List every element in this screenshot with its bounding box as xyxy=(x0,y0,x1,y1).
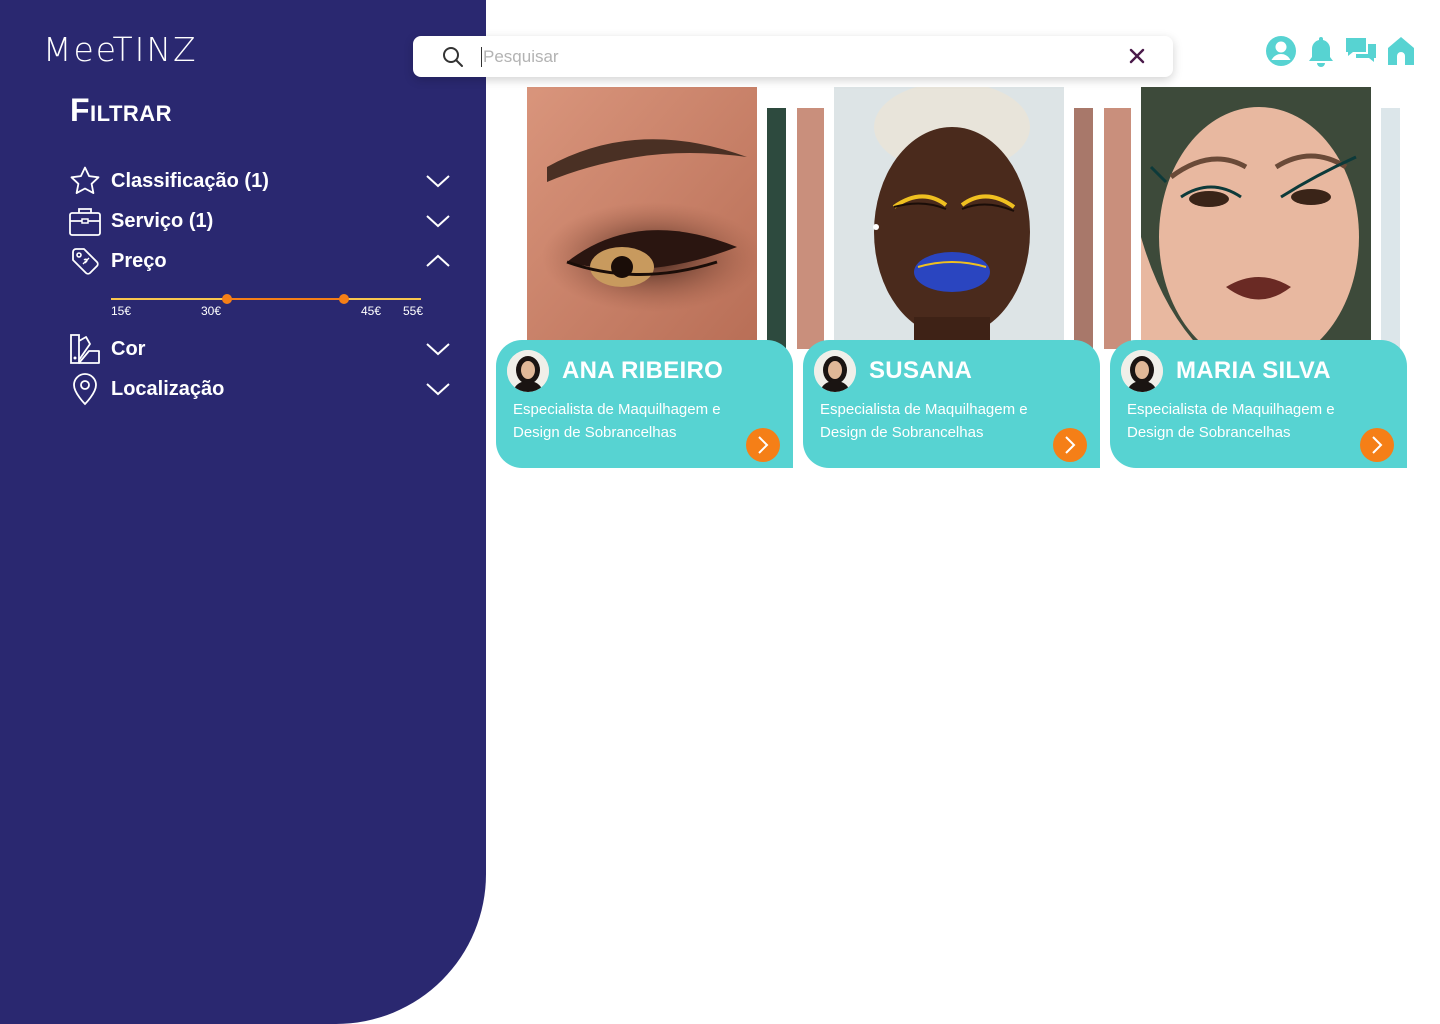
artist-name: ANA RIBEIRO xyxy=(562,357,724,384)
price-tick-low: 30€ xyxy=(201,304,222,318)
search-bar xyxy=(413,36,1173,77)
filter-label: Cor xyxy=(111,337,146,360)
close-icon[interactable] xyxy=(1127,46,1147,66)
search-icon[interactable] xyxy=(441,45,465,69)
color-swatch-icon xyxy=(68,332,102,366)
artist-description: Especialista de Maquilhagem e Design de … xyxy=(513,401,721,441)
filter-classificacao[interactable]: Classificação (1) xyxy=(68,163,452,199)
chevron-right-icon[interactable] xyxy=(1053,428,1087,462)
briefcase-icon xyxy=(68,204,102,238)
price-tick-min: 15€ xyxy=(111,304,132,318)
location-pin-icon xyxy=(68,372,102,406)
artist-name: MARIA SILVA xyxy=(1176,357,1331,384)
avatar xyxy=(507,350,549,392)
chevron-down-icon[interactable] xyxy=(424,339,452,359)
slider-handle-high[interactable] xyxy=(338,294,349,304)
carousel-peek-photo[interactable] xyxy=(1104,108,1131,349)
artist-photo-ana[interactable] xyxy=(527,87,757,349)
filter-sidebar: MeeTINZ Filtrar Classificação (1) Serviç… xyxy=(0,0,486,1024)
filter-label: Classificação (1) xyxy=(111,169,269,192)
filter-preco[interactable]: Preço xyxy=(68,243,452,279)
artist-card[interactable]: SUSANA Especialista de Maquilhagem e Des… xyxy=(803,340,1100,468)
chevron-right-icon[interactable] xyxy=(1360,428,1394,462)
filter-label: Localização xyxy=(111,377,225,400)
artist-name: SUSANA xyxy=(869,357,973,384)
price-tag-icon xyxy=(68,244,102,278)
filter-servico[interactable]: Serviço (1) xyxy=(68,203,452,239)
chevron-up-icon[interactable] xyxy=(424,251,452,271)
user-profile-icon[interactable] xyxy=(1264,34,1298,68)
star-icon xyxy=(68,164,102,198)
filter-title: Filtrar xyxy=(70,92,173,128)
chevron-right-icon[interactable] xyxy=(746,428,780,462)
carousel-peek-photo[interactable] xyxy=(767,108,786,349)
carousel-peek-photo[interactable] xyxy=(1381,108,1400,349)
artist-description: Especialista de Maquilhagem e Design de … xyxy=(820,401,1028,441)
chevron-down-icon[interactable] xyxy=(424,171,452,191)
filter-localizacao[interactable]: Localização xyxy=(68,371,452,407)
search-input[interactable] xyxy=(481,46,1101,67)
avatar xyxy=(1121,350,1163,392)
top-nav-icons xyxy=(1264,34,1418,68)
slider-handle-low[interactable] xyxy=(222,294,233,304)
price-tick-high: 45€ xyxy=(361,304,382,318)
bell-icon[interactable] xyxy=(1304,34,1338,68)
chevron-down-icon[interactable] xyxy=(424,211,452,231)
filter-cor[interactable]: Cor xyxy=(68,331,452,367)
artist-photo-maria[interactable] xyxy=(1141,87,1371,349)
chevron-down-icon[interactable] xyxy=(424,379,452,399)
filter-label: Preço xyxy=(111,249,167,272)
artist-card[interactable]: ANA RIBEIRO Especialista de Maquilhagem … xyxy=(496,340,793,468)
artist-description: Especialista de Maquilhagem e Design de … xyxy=(1127,401,1335,441)
home-icon[interactable] xyxy=(1384,34,1418,68)
carousel-peek-photo[interactable] xyxy=(797,108,824,349)
chat-icon[interactable] xyxy=(1344,34,1378,68)
app-logo[interactable]: MeeTINZ xyxy=(43,30,198,69)
artist-photo-susana[interactable] xyxy=(834,87,1064,349)
artist-card[interactable]: MARIA SILVA Especialista de Maquilhagem … xyxy=(1110,340,1407,468)
filter-label: Serviço (1) xyxy=(111,209,214,232)
avatar xyxy=(814,350,856,392)
price-tick-max: 55€ xyxy=(403,304,424,318)
carousel-peek-photo[interactable] xyxy=(1074,108,1093,349)
slider-selected-range xyxy=(227,298,344,300)
